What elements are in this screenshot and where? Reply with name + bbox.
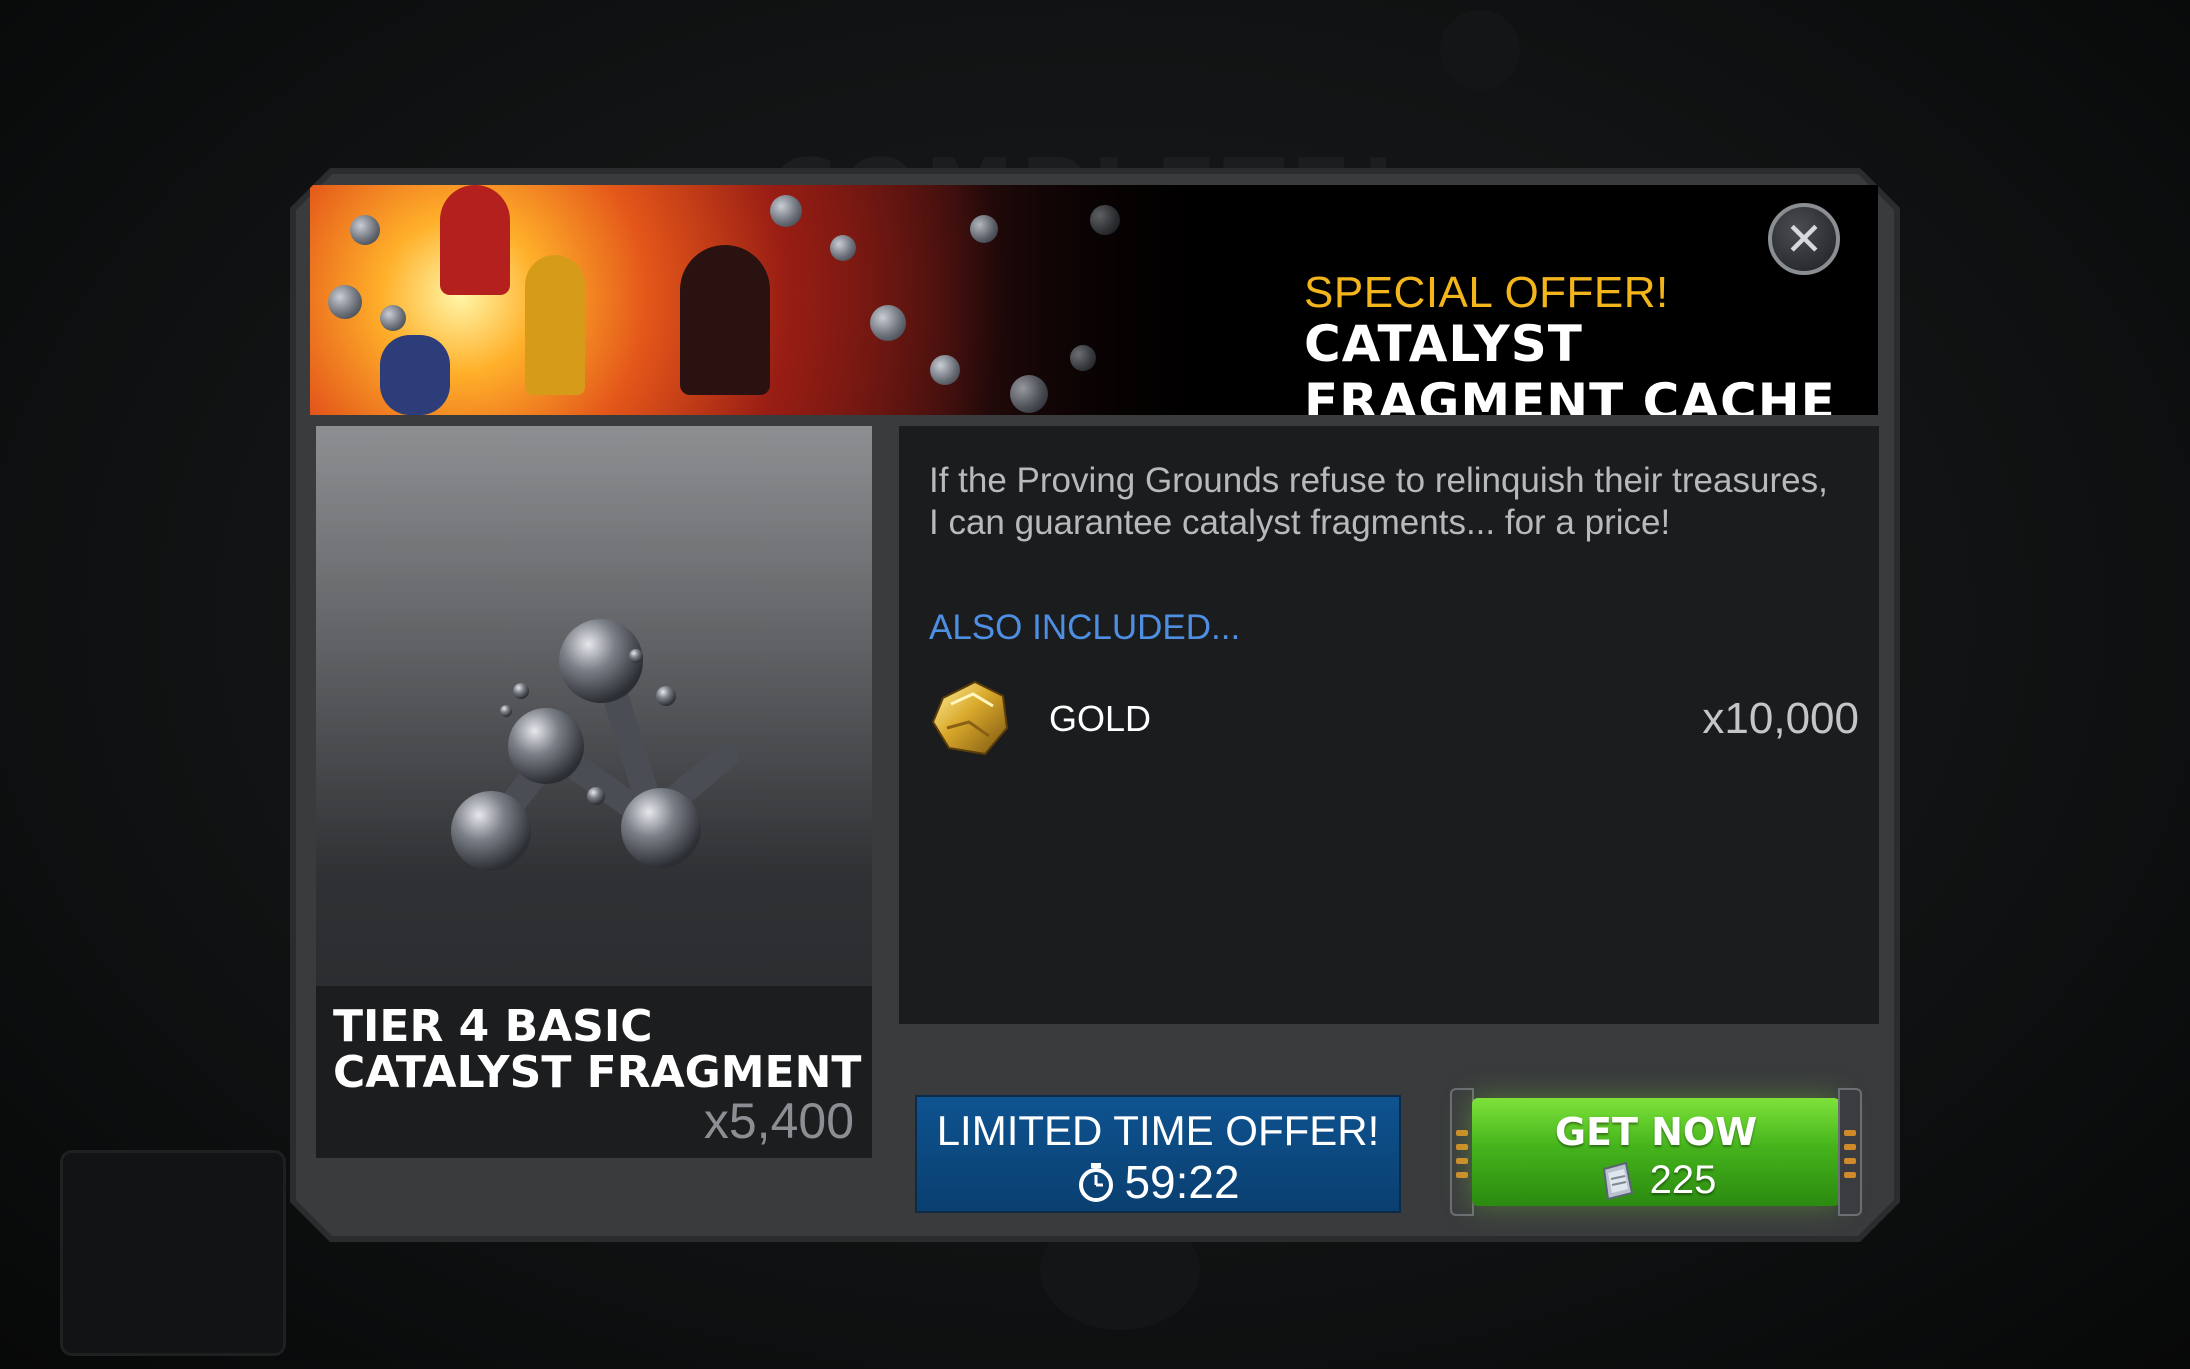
background-decoration [1440, 10, 1520, 90]
offer-dialog: SPECIAL OFFER! CATALYST FRAGMENT CACHE ✕ [290, 168, 1900, 1242]
item-quantity: x5,400 [703, 1093, 854, 1149]
item-name-line1: TIER 4 BASIC [333, 1001, 653, 1052]
fragment-art [1070, 345, 1096, 371]
offer-title: CATALYST FRAGMENT CACHE [1304, 315, 1836, 415]
fragment-art [930, 355, 960, 385]
close-icon: ✕ [1784, 212, 1824, 266]
units-icon [1596, 1159, 1636, 1203]
fragment-art [1010, 375, 1048, 413]
item-name-line2: CATALYST FRAGMENT [333, 1047, 862, 1098]
hero-silhouette-red [440, 185, 510, 295]
item-name: TIER 4 BASIC CATALYST FRAGMENT [333, 1004, 863, 1096]
hero-silhouette-caped [680, 245, 770, 395]
get-now-label: GET NOW [1554, 1110, 1758, 1154]
offer-banner: SPECIAL OFFER! CATALYST FRAGMENT CACHE ✕ [310, 185, 1878, 415]
item-label-panel: TIER 4 BASIC CATALYST FRAGMENT x5,400 [316, 986, 872, 1158]
countdown-value: 59:22 [1124, 1156, 1240, 1208]
banner-artwork [310, 185, 1230, 415]
offer-kicker: SPECIAL OFFER! [1304, 268, 1669, 317]
close-button[interactable]: ✕ [1768, 203, 1840, 275]
limited-time-title: LIMITED TIME OFFER! [936, 1107, 1380, 1154]
fragment-art [350, 215, 380, 245]
reward-row: GOLD x10,000 [929, 676, 1859, 766]
hero-silhouette-blue [380, 335, 450, 415]
fragment-art [970, 215, 998, 243]
reward-name: GOLD [1049, 698, 1152, 739]
limited-time-panel: LIMITED TIME OFFER! 59:22 [915, 1095, 1401, 1213]
hero-silhouette-yellow [525, 255, 585, 395]
also-included-heading: ALSO INCLUDED... [929, 608, 1241, 647]
reward-quantity: x10,000 [1702, 694, 1859, 743]
price-value: 225 [1649, 1158, 1717, 1202]
item-image-panel [316, 426, 872, 986]
fragment-art [870, 305, 906, 341]
fragment-art [380, 305, 406, 331]
get-now-button[interactable]: GET NOW 225 [1450, 1088, 1862, 1216]
price: 225 [1450, 1158, 1862, 1203]
background-decoration [60, 1150, 286, 1356]
fragment-art [830, 235, 856, 261]
fragment-art [770, 195, 802, 227]
description-panel: If the Proving Grounds refuse to relinqu… [899, 426, 1879, 1024]
offer-description: If the Proving Grounds refuse to relinqu… [929, 461, 1828, 542]
stopwatch-icon [1076, 1161, 1116, 1203]
fragment-art [328, 285, 362, 319]
gold-icon [929, 678, 1009, 760]
catalyst-fragment-icon [316, 426, 872, 986]
countdown-timer: 59:22 [917, 1155, 1399, 1209]
fragment-art [1090, 205, 1120, 235]
